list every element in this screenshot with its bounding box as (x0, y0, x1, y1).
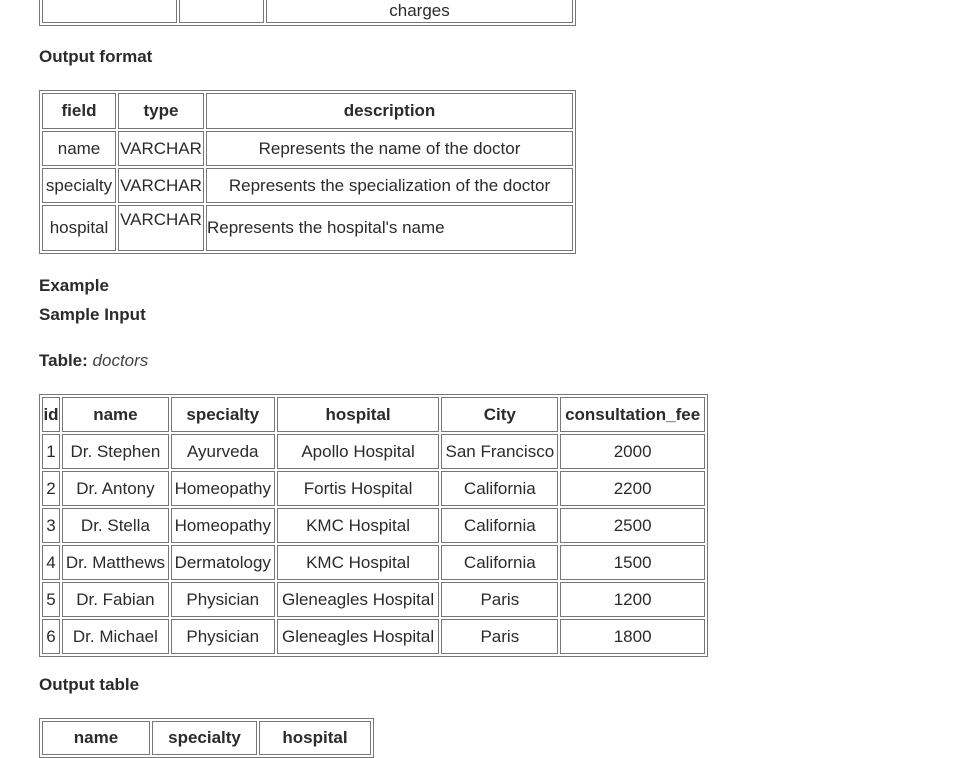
hospital-cell: KMC Hospital (276, 508, 440, 543)
city-cell: Paris (441, 582, 559, 617)
table-row: hospital VARCHAR Represents the hospital… (42, 205, 573, 251)
id-cell: 6 (42, 619, 60, 654)
output-table-heading: Output table (39, 675, 140, 694)
id-cell: 3 (42, 508, 60, 543)
table-name: doctors (92, 351, 149, 370)
city-cell: Paris (441, 619, 559, 654)
specialty-cell: Homeopathy (170, 471, 275, 506)
table-caption: Table: doctors (39, 351, 148, 371)
description-cell: Represents the specialization of the doc… (206, 168, 573, 203)
table-row: name VARCHAR Represents the name of the … (42, 131, 573, 166)
description-cell: Represents the name of the doctor (206, 131, 573, 166)
type-cell: VARCHAR (118, 131, 204, 166)
table-row: 4 Dr. Matthews Dermatology KMC Hospital … (42, 545, 705, 580)
table-row: 5 Dr. Fabian Physician Gleneagles Hospit… (42, 582, 705, 617)
example-heading: Example (39, 276, 109, 295)
name-cell: Dr. Michael (62, 619, 169, 654)
fee-cell: 2000 (560, 434, 705, 469)
table-row: 6 Dr. Michael Physician Gleneagles Hospi… (42, 619, 705, 654)
specialty-cell: Ayurveda (170, 434, 275, 469)
hospital-cell: KMC Hospital (276, 545, 440, 580)
doctors-table: id name specialty hospital City consulta… (39, 394, 708, 657)
specialty-cell: Homeopathy (170, 508, 275, 543)
output-format-heading: Output format (39, 47, 153, 66)
hospital-cell: Gleneagles Hospital (276, 619, 440, 654)
fee-cell: 2500 (560, 508, 705, 543)
type-cell: VARCHAR (118, 205, 204, 251)
table-header-row: id name specialty hospital City consulta… (42, 397, 705, 432)
column-header-specialty: specialty (152, 721, 257, 755)
city-cell: California (441, 508, 559, 543)
column-header-description: description (206, 93, 573, 129)
hospital-cell: Apollo Hospital (276, 434, 440, 469)
output-format-table: field type description name VARCHAR Repr… (39, 90, 576, 254)
name-cell: Dr. Stella (62, 508, 169, 543)
table-cell (42, 0, 177, 23)
sample-input-heading: Sample Input (39, 305, 146, 324)
column-header-id: id (42, 397, 60, 432)
table-cell-text: charges (389, 1, 450, 20)
fee-cell: 1500 (560, 545, 705, 580)
table-label: Table: (39, 351, 88, 370)
name-cell: Dr. Fabian (62, 582, 169, 617)
hospital-cell: Gleneagles Hospital (276, 582, 440, 617)
id-cell: 4 (42, 545, 60, 580)
specialty-cell: Physician (170, 582, 275, 617)
name-cell: Dr. Stephen (62, 434, 169, 469)
column-header-consultation-fee: consultation_fee (560, 397, 705, 432)
table-header-row: name specialty hospital (42, 721, 371, 755)
table-header-row: field type description (42, 93, 573, 129)
column-header-hospital: hospital (259, 721, 371, 755)
description-cell: Represents the hospital's name (206, 205, 573, 251)
city-cell: California (441, 545, 559, 580)
id-cell: 2 (42, 471, 60, 506)
city-cell: San Francisco (441, 434, 559, 469)
column-header-name: name (62, 397, 169, 432)
table-row: 1 Dr. Stephen Ayurveda Apollo Hospital S… (42, 434, 705, 469)
column-header-specialty: specialty (170, 397, 275, 432)
fee-cell: 2200 (560, 471, 705, 506)
specialty-cell: Physician (170, 619, 275, 654)
id-cell: 5 (42, 582, 60, 617)
fee-cell: 1200 (560, 582, 705, 617)
city-cell: California (441, 471, 559, 506)
field-cell: hospital (42, 205, 116, 251)
name-cell: Dr. Matthews (62, 545, 169, 580)
specialty-cell: Dermatology (170, 545, 275, 580)
column-header-name: name (42, 721, 150, 755)
table-row: specialty VARCHAR Represents the special… (42, 168, 573, 203)
field-cell: specialty (42, 168, 116, 203)
column-header-field: field (42, 93, 116, 129)
table-row: 2 Dr. Antony Homeopathy Fortis Hospital … (42, 471, 705, 506)
type-cell: VARCHAR (118, 168, 204, 203)
column-header-city: City (441, 397, 559, 432)
output-table: name specialty hospital (39, 718, 374, 758)
previous-table-fragment: charges (39, 0, 576, 26)
field-cell: name (42, 131, 116, 166)
name-cell: Dr. Antony (62, 471, 169, 506)
fee-cell: 1800 (560, 619, 705, 654)
hospital-cell: Fortis Hospital (276, 471, 440, 506)
column-header-hospital: hospital (276, 397, 440, 432)
column-header-type: type (118, 93, 204, 129)
table-cell (179, 0, 264, 23)
id-cell: 1 (42, 434, 60, 469)
table-row: 3 Dr. Stella Homeopathy KMC Hospital Cal… (42, 508, 705, 543)
table-cell: charges (266, 0, 573, 23)
